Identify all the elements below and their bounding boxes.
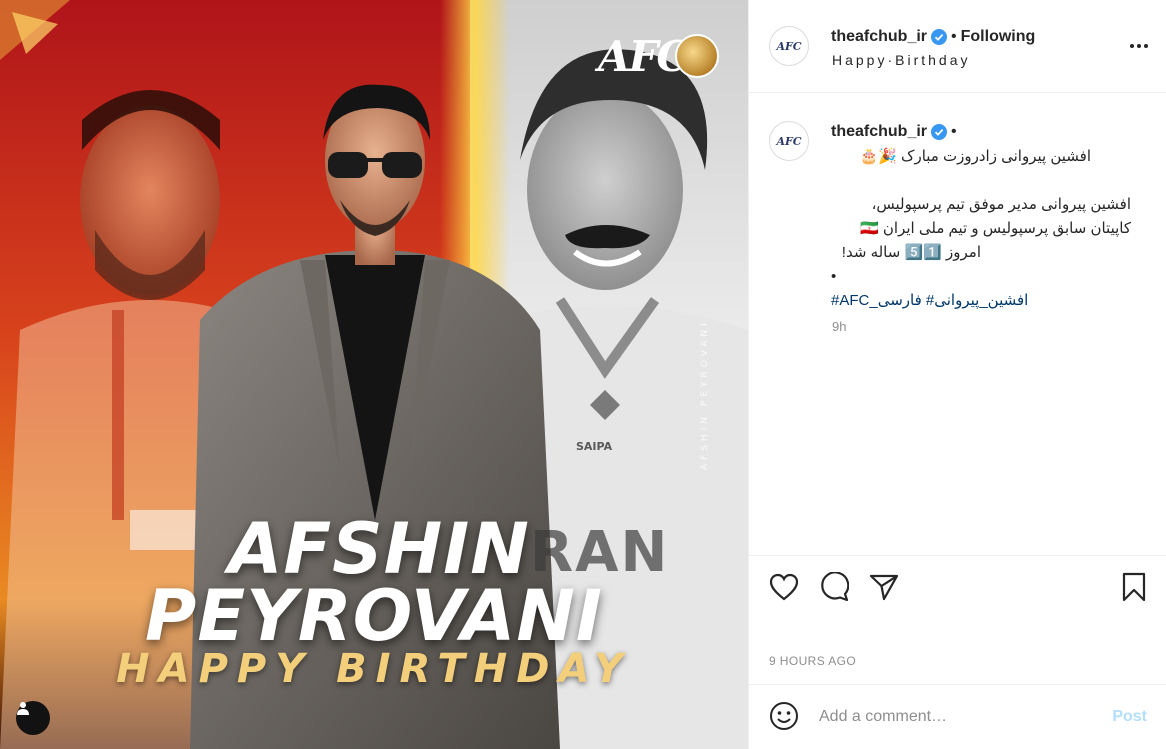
separator-dot: • [951,123,957,140]
save-button[interactable] [1117,570,1151,604]
caption-line: کاپیتان سابق پرسپولیس و تیم ملی ایران 🇮🇷 [860,220,1131,237]
hashtag-link[interactable]: #AFC_افشین_پیروانی# فارسی [831,289,1131,313]
heart-icon [769,573,799,601]
caption-user-row: theafchub_ir • [831,123,961,141]
jersey-sponsor: SAIPA [576,440,613,453]
header-username[interactable]: theafchub_ir [831,28,927,46]
comment-input[interactable] [819,705,1099,729]
more-options-button[interactable] [1129,36,1149,54]
location-link[interactable]: Happy·Birthday [832,52,971,68]
comment-button[interactable] [817,570,851,604]
post-actions: 9 HOURS AGO [749,555,1166,668]
post-header: AFC theafchub_ir • Following Happy·Birth… [749,0,1166,93]
comment-icon [821,572,849,602]
caption-line: • [831,268,837,285]
vertical-name: AFSHIN PEYROVANI [700,319,710,470]
following-button[interactable]: Following [961,28,1036,46]
afc-ball-icon [675,34,719,78]
caption-line: افشین پیروانی زادروزت مبارک 🎉🎂 [859,148,1092,165]
post-caption: AFC theafchub_ir • افشین پیروانی زادروزت… [749,93,1166,555]
user-icon [17,702,29,715]
posted-time[interactable]: 9 HOURS AGO [769,654,856,668]
poster-subtitle: HAPPY BIRTHDAY [116,646,632,692]
header-user-row: theafchub_ir • Following [831,28,1035,46]
avatar[interactable]: AFC [769,26,809,66]
caption-time[interactable]: 9h [832,319,846,334]
poster-last-name: PEYROVANI [145,575,603,657]
caption-line: امروز 5️⃣1️⃣ ساله شد! [841,244,981,261]
caption-avatar[interactable]: AFC [769,121,809,161]
caption-username[interactable]: theafchub_ir [831,123,927,141]
post-comment-button[interactable]: Post [1112,708,1147,726]
post-image[interactable]: AFC SAIPA RAN AFSHIN PEYROVANI AFSHIN PE… [0,0,748,749]
separator-dot: • [951,28,957,45]
verified-icon [931,124,948,140]
caption-text: افشین پیروانی زادروزت مبارک 🎉🎂 افشین پیر… [831,145,1131,313]
more-icon [1130,44,1148,48]
caption-line: افشین پیروانی مدیر موفق تیم پرسپولیس، [871,196,1131,213]
emoji-button[interactable] [769,701,799,736]
tagged-user-button[interactable] [16,701,50,735]
send-icon [869,574,899,601]
share-button[interactable] [867,570,901,604]
bookmark-icon [1122,572,1146,602]
post-sidebar: AFC theafchub_ir • Following Happy·Birth… [748,0,1166,749]
verified-icon [931,29,948,45]
like-button[interactable] [767,570,801,604]
comment-bar: Post [749,684,1166,749]
emoji-icon [770,702,798,730]
